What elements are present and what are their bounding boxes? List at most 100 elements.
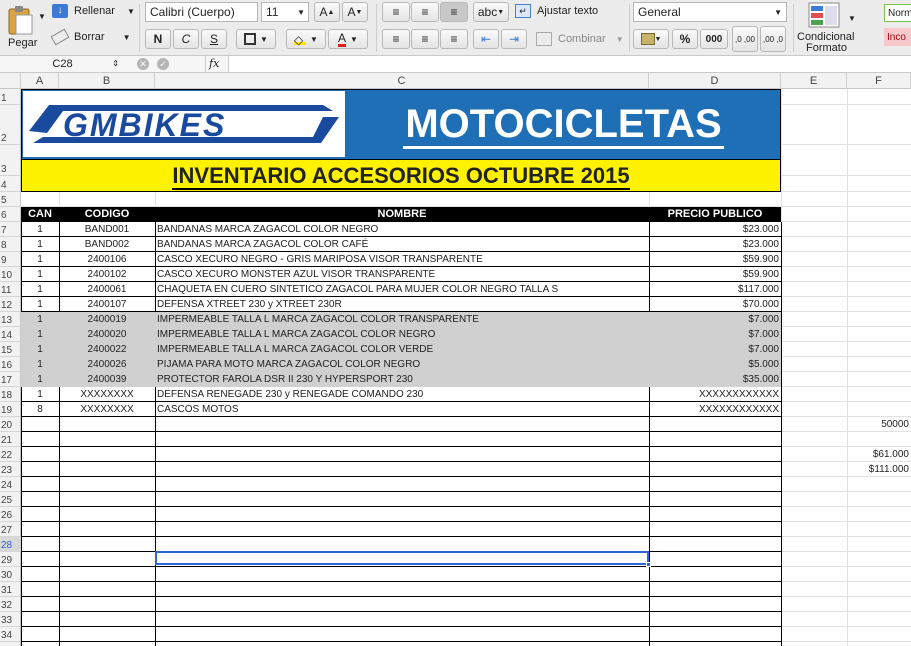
fill-handle[interactable] — [646, 562, 651, 567]
row-header-24[interactable]: 24 — [0, 477, 21, 492]
function-icon[interactable]: fx — [205, 56, 225, 72]
column-header-e[interactable]: E — [781, 73, 847, 89]
cell-codigo[interactable]: 2400026 — [61, 357, 153, 372]
clear-button[interactable]: Borrar ▼ — [50, 28, 131, 46]
cell-f20[interactable]: 50000 — [847, 417, 909, 432]
cell-precio[interactable]: XXXXXXXXXXXX — [651, 387, 779, 402]
row-header-10[interactable]: 10 — [0, 267, 21, 282]
row-header-12[interactable]: 12 — [0, 297, 21, 312]
font-size-dropdown-icon[interactable]: ▼ — [297, 8, 305, 17]
paste-button[interactable]: Pegar — [8, 37, 37, 49]
row-header-25[interactable]: 25 — [0, 492, 21, 507]
cell-precio[interactable]: $35.000 — [651, 372, 779, 387]
row-header-11[interactable]: 11 — [0, 282, 21, 297]
increase-indent-button[interactable]: ⇥ — [501, 29, 527, 49]
wrap-text-button[interactable]: ↵ Ajustar texto — [515, 4, 598, 18]
cell-f22[interactable]: $61.000 — [847, 447, 909, 462]
clear-dropdown-icon[interactable]: ▼ — [123, 33, 131, 42]
fill-dropdown-icon[interactable]: ▼ — [127, 7, 135, 16]
row-header-8[interactable]: 8 — [0, 237, 21, 252]
shrink-font-button[interactable]: A ▼ — [342, 2, 368, 22]
cell-codigo[interactable]: BAND002 — [61, 237, 153, 252]
borders-button[interactable]: ▼ — [236, 29, 276, 49]
cell-precio[interactable]: $7.000 — [651, 312, 779, 327]
conditional-dropdown-icon[interactable]: ▼ — [848, 14, 856, 23]
cell-codigo[interactable]: XXXXXXXX — [61, 402, 153, 417]
font-name-field[interactable]: Calibri (Cuerpo) — [145, 2, 258, 22]
row-header-14[interactable]: 14 — [0, 327, 21, 342]
cell-can[interactable]: 1 — [23, 327, 57, 342]
decrease-decimal-button[interactable]: ,00 ,0 — [760, 26, 786, 52]
merge-dropdown-icon[interactable]: ▼ — [616, 35, 624, 44]
confirm-icon[interactable]: ✓ — [157, 58, 169, 70]
paste-icon[interactable] — [6, 3, 42, 37]
row-header-30[interactable]: 30 — [0, 567, 21, 582]
number-format-field[interactable]: General ▼ — [633, 2, 787, 22]
cell-nombre[interactable]: PROTECTOR FAROLA DSR II 230 Y HYPERSPORT… — [157, 372, 647, 387]
cell-codigo[interactable]: 2400039 — [61, 372, 153, 387]
spreadsheet-grid[interactable]: GMBIKES MOTOCICLETAS INVENTARIO ACCESORI… — [21, 89, 911, 646]
cell-precio[interactable]: $7.000 — [651, 342, 779, 357]
cell-codigo[interactable]: 2400019 — [61, 312, 153, 327]
column-header-b[interactable]: B — [59, 73, 155, 89]
cell-nombre[interactable]: CASCO XECURO MONSTER AZUL VISOR TRANSPAR… — [157, 267, 647, 282]
row-header-33[interactable]: 33 — [0, 612, 21, 627]
row-header-29[interactable]: 29 — [0, 552, 21, 567]
row-header-15[interactable]: 15 — [0, 342, 21, 357]
cell-can[interactable]: 1 — [23, 237, 57, 252]
cell-can[interactable]: 1 — [23, 252, 57, 267]
merge-button[interactable]: Combinar ▼ — [536, 32, 624, 46]
cell-precio[interactable]: $59.900 — [651, 252, 779, 267]
conditional-format-icon[interactable] — [808, 2, 840, 28]
row-header-1[interactable]: 1 — [0, 89, 21, 105]
active-cell-c28[interactable] — [155, 551, 651, 567]
cell-nombre[interactable]: IMPERMEABLE TALLA L MARCA ZAGACOL COLOR … — [157, 327, 647, 342]
cell-can[interactable]: 1 — [23, 387, 57, 402]
select-all-corner[interactable] — [0, 73, 21, 89]
cell-codigo[interactable]: 2400020 — [61, 327, 153, 342]
row-header-32[interactable]: 32 — [0, 597, 21, 612]
row-header-18[interactable]: 18 — [0, 387, 21, 402]
column-header-d[interactable]: D — [649, 73, 781, 89]
decrease-indent-button[interactable]: ⇤ — [473, 29, 499, 49]
cell-can[interactable]: 1 — [23, 357, 57, 372]
row-header-4[interactable]: 4 — [0, 176, 21, 192]
cell-nombre[interactable]: IMPERMEABLE TALLA L MARCA ZAGACOL COLOR … — [157, 342, 647, 357]
cell-can[interactable]: 1 — [23, 282, 57, 297]
italic-button[interactable]: C — [173, 29, 199, 49]
cell-precio[interactable]: $7.000 — [651, 327, 779, 342]
cell-codigo[interactable]: 2400061 — [61, 282, 153, 297]
align-left-button[interactable]: ≡ — [382, 29, 410, 49]
row-header-20[interactable]: 20 — [0, 417, 21, 432]
cell-nombre[interactable]: DEFENSA XTREET 230 y XTREET 230R — [157, 297, 647, 312]
row-header-23[interactable]: 23 — [0, 462, 21, 477]
cell-codigo[interactable]: 2400107 — [61, 297, 153, 312]
underline-button[interactable]: S — [201, 29, 227, 49]
row-header-13[interactable]: 13 — [0, 312, 21, 327]
column-header-a[interactable]: A — [21, 73, 59, 89]
cell-can[interactable]: 8 — [23, 402, 57, 417]
row-header-27[interactable]: 27 — [0, 522, 21, 537]
name-box[interactable]: C28 ⇕ — [0, 56, 125, 72]
style-normal-button[interactable]: Norm — [884, 4, 911, 22]
formula-input[interactable] — [228, 56, 911, 72]
row-header-21[interactable]: 21 — [0, 432, 21, 447]
cell-f23[interactable]: $111.000 — [847, 462, 909, 477]
cell-nombre[interactable]: BANDANAS MARCA ZAGACOL COLOR NEGRO — [157, 222, 647, 237]
cell-codigo[interactable]: 2400102 — [61, 267, 153, 282]
grow-font-button[interactable]: A ▲ — [314, 2, 340, 22]
cell-nombre[interactable]: CHAQUETA EN CUERO SINTETICO ZAGACOL PARA… — [157, 282, 647, 297]
column-header-f[interactable]: F — [847, 73, 911, 89]
cell-codigo[interactable]: XXXXXXXX — [61, 387, 153, 402]
align-center-button[interactable]: ≡ — [411, 29, 439, 49]
align-right-button[interactable]: ≡ — [440, 29, 468, 49]
currency-button[interactable]: ▼ — [633, 29, 669, 49]
align-bottom-button[interactable]: ≡ — [440, 2, 468, 22]
bold-button[interactable]: N — [145, 29, 171, 49]
cell-precio[interactable]: $70.000 — [651, 297, 779, 312]
font-size-field[interactable]: 11 ▼ — [261, 2, 309, 22]
align-middle-button[interactable]: ≡ — [411, 2, 439, 22]
text-orientation-button[interactable]: abc ▼ — [473, 2, 509, 22]
row-header-9[interactable]: 9 — [0, 252, 21, 267]
cell-precio[interactable]: XXXXXXXXXXXX — [651, 402, 779, 417]
